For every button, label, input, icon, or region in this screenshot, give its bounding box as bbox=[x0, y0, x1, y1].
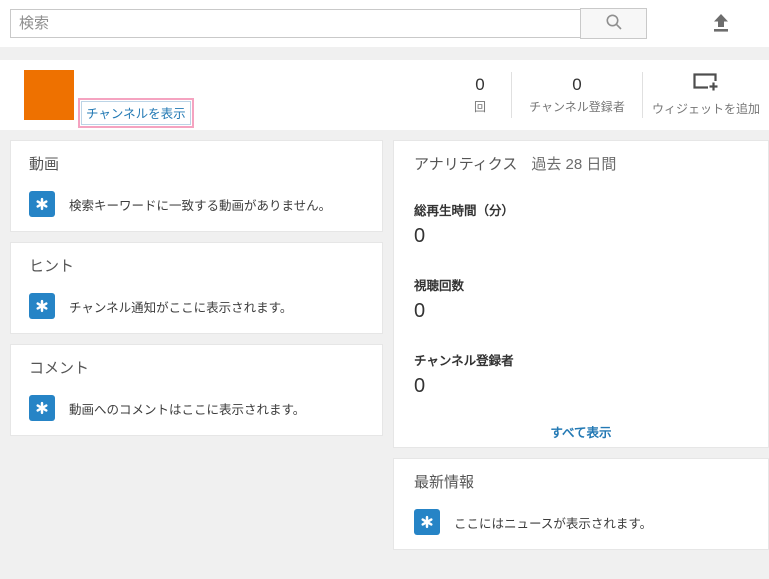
star-icon bbox=[414, 509, 440, 535]
videos-card-title: 動画 bbox=[29, 156, 60, 173]
analytics-title-text: アナリティクス bbox=[414, 156, 518, 173]
analytics-period: 過去 28 日間 bbox=[531, 156, 617, 173]
news-card-title: 最新情報 bbox=[414, 474, 475, 491]
metric-watch-time: 総再生時間（分） 0 bbox=[414, 203, 748, 248]
metric-value: 0 bbox=[414, 375, 426, 397]
news-card-message: ここにはニュースが表示されます。 bbox=[454, 516, 653, 531]
metric-label: チャンネル登録者 bbox=[414, 354, 514, 368]
view-channel-link[interactable]: チャンネルを表示 bbox=[81, 101, 191, 125]
metric-value: 0 bbox=[414, 225, 426, 247]
add-widget-icon bbox=[693, 73, 719, 95]
views-label: 回 bbox=[473, 100, 486, 114]
star-icon bbox=[29, 395, 55, 421]
channel-link-highlight: チャンネルを表示 bbox=[78, 98, 194, 128]
add-widget-button[interactable]: ウィジェットを追加 bbox=[643, 60, 769, 130]
analytics-card-title: アナリティクス 過去 28 日間 bbox=[414, 155, 748, 175]
header-stats: 0 回 0 チャンネル登録者 ウィジェットを追加 bbox=[449, 60, 769, 130]
analytics-card: アナリティクス 過去 28 日間 総再生時間（分） 0 視聴回数 0 チャンネル… bbox=[393, 140, 769, 448]
search-bar bbox=[0, 0, 769, 47]
comments-card-row: 動画へのコメントはここに表示されます。 bbox=[29, 395, 364, 421]
view-all-row: すべて表示 bbox=[414, 422, 748, 442]
stat-subscribers: 0 チャンネル登録者 bbox=[512, 75, 642, 115]
metric-views: 視聴回数 0 bbox=[414, 278, 748, 323]
tips-card: ヒント チャンネル通知がここに表示されます。 bbox=[10, 242, 383, 334]
comments-card: コメント 動画へのコメントはここに表示されます。 bbox=[10, 344, 383, 436]
views-count: 0 bbox=[475, 75, 485, 94]
subscribers-label: チャンネル登録者 bbox=[529, 100, 625, 114]
metric-value: 0 bbox=[414, 300, 426, 322]
metric-label: 視聴回数 bbox=[414, 279, 465, 293]
comments-card-title: コメント bbox=[29, 360, 90, 377]
star-icon bbox=[29, 191, 55, 217]
tips-card-message: チャンネル通知がここに表示されます。 bbox=[69, 300, 293, 315]
upload-icon bbox=[710, 12, 732, 37]
metric-subscribers: チャンネル登録者 0 bbox=[414, 353, 748, 398]
search-button[interactable] bbox=[580, 8, 647, 39]
tips-card-title: ヒント bbox=[29, 258, 75, 275]
view-all-link[interactable]: すべて表示 bbox=[550, 426, 611, 440]
metric-label: 総再生時間（分） bbox=[414, 204, 515, 218]
add-widget-label: ウィジェットを追加 bbox=[651, 102, 760, 116]
subscribers-count: 0 bbox=[572, 75, 582, 94]
channel-header: チャンネルを表示 0 回 0 チャンネル登録者 ウィジェットを追加 bbox=[0, 60, 769, 130]
search-input[interactable] bbox=[10, 9, 581, 38]
videos-card-row: 検索キーワードに一致する動画がありません。 bbox=[29, 191, 364, 217]
news-card: 最新情報 ここにはニュースが表示されます。 bbox=[393, 458, 769, 550]
upload-button[interactable] bbox=[706, 11, 736, 38]
magnifier-icon bbox=[604, 12, 624, 35]
tips-card-row: チャンネル通知がここに表示されます。 bbox=[29, 293, 364, 319]
videos-card: 動画 検索キーワードに一致する動画がありません。 bbox=[10, 140, 383, 232]
dashboard-page: チャンネルを表示 0 回 0 チャンネル登録者 bbox=[0, 0, 769, 579]
news-card-row: ここにはニュースが表示されます。 bbox=[414, 509, 748, 535]
star-icon bbox=[29, 293, 55, 319]
videos-card-message: 検索キーワードに一致する動画がありません。 bbox=[69, 198, 332, 213]
stat-views: 0 回 bbox=[449, 75, 511, 115]
comments-card-message: 動画へのコメントはここに表示されます。 bbox=[69, 402, 306, 417]
channel-avatar[interactable] bbox=[24, 70, 74, 120]
